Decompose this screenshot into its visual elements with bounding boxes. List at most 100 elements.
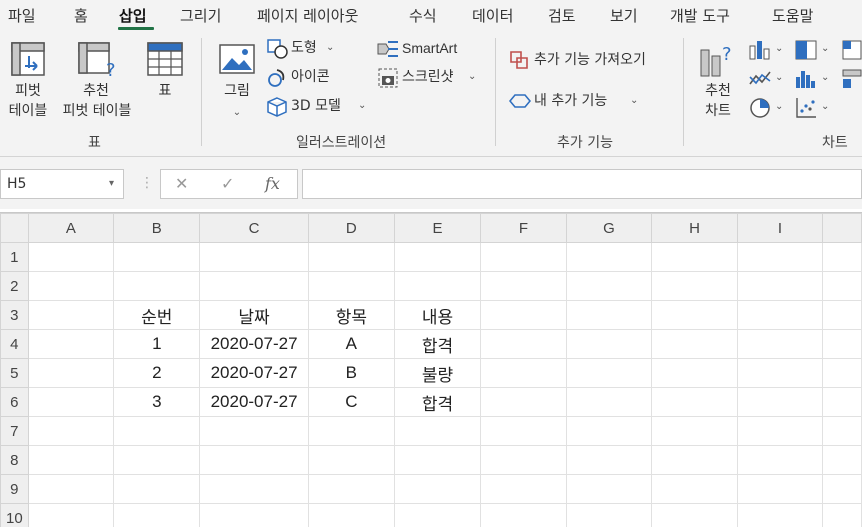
- cell[interactable]: [652, 417, 738, 446]
- cell[interactable]: [481, 359, 567, 388]
- cell[interactable]: 내용: [394, 301, 480, 330]
- cell[interactable]: 항목: [308, 301, 394, 330]
- column-header[interactable]: H: [652, 214, 738, 243]
- cell[interactable]: [308, 272, 394, 301]
- tab-page-layout[interactable]: 페이지 레이아웃: [257, 5, 358, 26]
- cell[interactable]: [566, 330, 652, 359]
- cell[interactable]: A: [308, 330, 394, 359]
- cell[interactable]: [737, 359, 822, 388]
- cell[interactable]: [566, 388, 652, 417]
- cell[interactable]: [28, 417, 114, 446]
- cell[interactable]: [308, 243, 394, 272]
- cell[interactable]: [308, 446, 394, 475]
- row-header[interactable]: 3: [1, 301, 29, 330]
- cell[interactable]: [308, 417, 394, 446]
- cell[interactable]: [200, 417, 308, 446]
- cell[interactable]: [652, 388, 738, 417]
- tab-file[interactable]: 파일: [8, 5, 36, 26]
- cell[interactable]: B: [308, 359, 394, 388]
- cell[interactable]: [114, 417, 200, 446]
- cell[interactable]: [28, 504, 114, 527]
- row-header[interactable]: 8: [1, 446, 29, 475]
- cell[interactable]: [394, 272, 480, 301]
- cell[interactable]: [652, 446, 738, 475]
- cell[interactable]: [114, 243, 200, 272]
- cell[interactable]: [28, 330, 114, 359]
- cell[interactable]: [481, 417, 567, 446]
- cell[interactable]: [200, 446, 308, 475]
- column-header[interactable]: C: [200, 214, 308, 243]
- row-header[interactable]: 7: [1, 417, 29, 446]
- tab-formulas[interactable]: 수식: [409, 5, 437, 26]
- cell[interactable]: [481, 330, 567, 359]
- cell[interactable]: C: [308, 388, 394, 417]
- drag-handle-icon[interactable]: ⋮: [140, 175, 154, 191]
- cell[interactable]: [28, 272, 114, 301]
- cell[interactable]: [308, 504, 394, 527]
- cell[interactable]: [737, 388, 822, 417]
- cell[interactable]: 합격: [394, 330, 480, 359]
- tab-view[interactable]: 보기: [610, 5, 638, 26]
- cell[interactable]: [566, 417, 652, 446]
- cell[interactable]: [737, 417, 822, 446]
- column-header[interactable]: F: [481, 214, 567, 243]
- row-header[interactable]: 4: [1, 330, 29, 359]
- cell[interactable]: [481, 475, 567, 504]
- cell[interactable]: 2020-07-27: [200, 330, 308, 359]
- cell[interactable]: [737, 446, 822, 475]
- cell[interactable]: [823, 301, 862, 330]
- tab-draw[interactable]: 그리기: [180, 5, 221, 26]
- cell[interactable]: 불량: [394, 359, 480, 388]
- column-header[interactable]: A: [28, 214, 114, 243]
- cell[interactable]: [114, 475, 200, 504]
- worksheet-grid[interactable]: ABCDEFGHI 123순번날짜항목내용412020-07-27A합격5220…: [0, 212, 862, 527]
- cell[interactable]: [28, 301, 114, 330]
- cell[interactable]: [394, 243, 480, 272]
- cell[interactable]: [566, 301, 652, 330]
- cell[interactable]: [308, 475, 394, 504]
- column-header[interactable]: B: [114, 214, 200, 243]
- enter-icon[interactable]: ✓: [221, 174, 234, 193]
- cell[interactable]: [28, 243, 114, 272]
- row-header[interactable]: 1: [1, 243, 29, 272]
- row-header[interactable]: 5: [1, 359, 29, 388]
- name-box[interactable]: H5 ▾: [0, 169, 124, 199]
- cell[interactable]: [114, 504, 200, 527]
- cell[interactable]: [737, 272, 822, 301]
- cell[interactable]: [566, 243, 652, 272]
- cell[interactable]: [652, 475, 738, 504]
- cell[interactable]: [566, 475, 652, 504]
- cell[interactable]: [200, 475, 308, 504]
- cell[interactable]: 2020-07-27: [200, 359, 308, 388]
- cell[interactable]: [481, 446, 567, 475]
- cell[interactable]: [737, 243, 822, 272]
- cell[interactable]: [823, 446, 862, 475]
- cell[interactable]: 합격: [394, 388, 480, 417]
- column-header[interactable]: G: [566, 214, 652, 243]
- column-header[interactable]: D: [308, 214, 394, 243]
- cell[interactable]: [481, 272, 567, 301]
- cell[interactable]: [823, 243, 862, 272]
- tab-home[interactable]: 홈: [74, 5, 88, 26]
- cell[interactable]: 2: [114, 359, 200, 388]
- cell[interactable]: [737, 504, 822, 527]
- select-all-button[interactable]: [1, 214, 29, 243]
- cell[interactable]: [200, 272, 308, 301]
- cell[interactable]: [823, 475, 862, 504]
- cell[interactable]: [652, 272, 738, 301]
- cell[interactable]: [823, 272, 862, 301]
- cell[interactable]: 2020-07-27: [200, 388, 308, 417]
- cell[interactable]: [566, 272, 652, 301]
- cell[interactable]: [737, 330, 822, 359]
- tab-developer[interactable]: 개발 도구: [670, 5, 730, 26]
- cell[interactable]: [481, 504, 567, 527]
- tab-insert[interactable]: 삽입: [119, 5, 147, 26]
- row-header[interactable]: 10: [1, 504, 29, 527]
- cell[interactable]: [823, 359, 862, 388]
- cell[interactable]: [28, 359, 114, 388]
- cell[interactable]: [394, 446, 480, 475]
- column-header[interactable]: [823, 214, 862, 243]
- cell[interactable]: [481, 388, 567, 417]
- tab-review[interactable]: 검토: [548, 5, 576, 26]
- row-header[interactable]: 6: [1, 388, 29, 417]
